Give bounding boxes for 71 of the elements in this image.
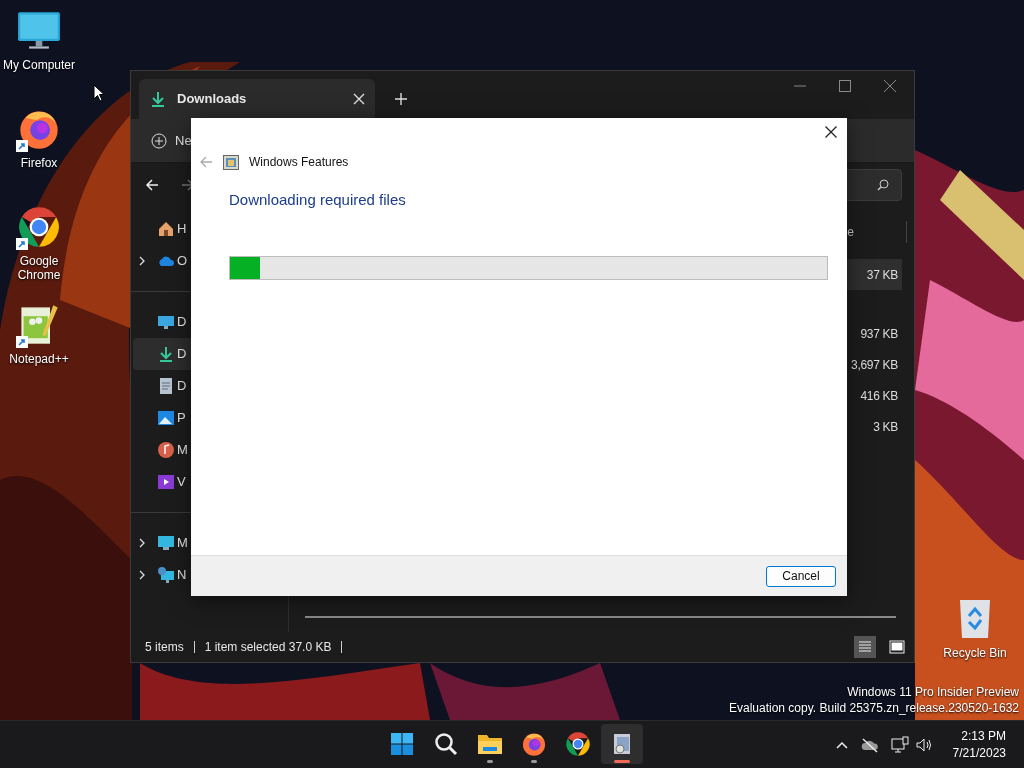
download-icon <box>157 345 175 363</box>
sidebar-label: M <box>177 534 188 553</box>
details-view-button[interactable] <box>854 636 876 658</box>
cloud-off-icon[interactable] <box>860 736 879 753</box>
running-indicator <box>531 760 537 763</box>
column-header[interactable]: e <box>847 223 854 241</box>
sidebar-label: P <box>177 409 186 428</box>
sidebar-label: N <box>177 566 187 585</box>
cancel-button[interactable]: Cancel <box>766 565 836 587</box>
desktop-icon-label[interactable]: Google Chrome <box>0 254 78 282</box>
close-icon[interactable] <box>825 126 837 138</box>
file-size: 3 KB <box>873 418 898 436</box>
maximize-icon[interactable] <box>839 80 851 92</box>
tile-icon <box>889 640 905 654</box>
folder-icon <box>477 732 503 756</box>
sidebar-label: V <box>177 473 186 492</box>
clock-date: 7/21/2023 <box>952 744 1006 762</box>
taskbar-app-button[interactable] <box>601 724 643 764</box>
shortcut-arrow-icon <box>16 140 28 152</box>
chevron-icon[interactable] <box>137 538 147 548</box>
videos-icon <box>157 473 175 491</box>
home-icon <box>157 220 175 238</box>
pc-icon <box>157 534 175 552</box>
dialog-title: Windows Features <box>249 154 349 171</box>
mouse-cursor-icon <box>93 84 105 102</box>
chevron-icon[interactable] <box>137 570 147 580</box>
sidebar-label: O <box>177 252 188 271</box>
music-icon <box>157 441 175 459</box>
chrome-icon <box>565 731 591 757</box>
desktop-icon-label[interactable]: My Computer <box>3 58 75 72</box>
dialog-heading: Downloading required files <box>229 191 406 208</box>
new-button[interactable]: Ne <box>151 130 192 151</box>
running-indicator <box>614 760 630 763</box>
selection-info: 1 item selected 37.0 KB <box>204 639 332 656</box>
desktop-icon-label[interactable]: Notepad++ <box>9 352 69 366</box>
sidebar-label: D <box>177 377 187 396</box>
windows-logo-icon <box>390 732 414 756</box>
download-icon <box>149 90 167 108</box>
chevron-icon[interactable] <box>137 256 147 266</box>
sidebar-label: M <box>177 441 188 460</box>
evaluation-notice: Windows 11 Pro Insider Preview <box>847 684 1019 700</box>
chrome-icon <box>17 205 61 249</box>
downloads-tab[interactable]: Downloads <box>139 79 375 119</box>
sidebar-label: H <box>177 220 187 239</box>
list-icon <box>858 640 872 654</box>
document-icon <box>157 377 175 395</box>
file-size: 3,697 KB <box>851 356 898 374</box>
network-icon[interactable] <box>890 735 909 754</box>
shortcut-arrow-icon <box>16 336 28 348</box>
running-indicator <box>487 760 493 763</box>
plus-circle-icon <box>151 132 167 149</box>
clock[interactable]: 2:13 PM 7/21/2023 <box>952 727 1006 762</box>
sidebar-label: D <box>177 313 187 332</box>
shortcut-arrow-icon <box>16 238 28 250</box>
desktop-icon <box>157 313 175 331</box>
sidebar-label: D <box>177 345 187 364</box>
file-size: 937 KB <box>860 325 898 343</box>
desktop-icon-label[interactable]: Firefox <box>20 156 58 170</box>
pictures-icon <box>157 409 175 427</box>
tab-title: Downloads <box>177 90 248 109</box>
new-tab-icon[interactable] <box>395 93 407 105</box>
recycle-bin-label[interactable]: Recycle Bin <box>943 644 1007 662</box>
search-icon <box>434 732 458 756</box>
clock-time: 2:13 PM <box>961 727 1006 745</box>
file-size: 416 KB <box>860 387 898 405</box>
file-size: 37 KB <box>866 266 898 284</box>
features-icon <box>223 154 239 170</box>
network-icon <box>157 566 175 584</box>
item-count: 5 items <box>145 639 184 656</box>
search-icon <box>877 179 889 191</box>
firefox-icon <box>521 731 547 757</box>
